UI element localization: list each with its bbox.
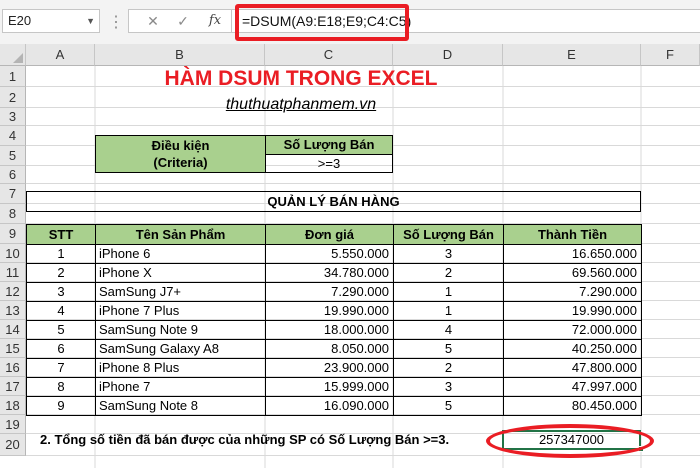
- table-cell[interactable]: 5: [393, 339, 504, 359]
- sheet-subtitle: thuthuatphanmem.vn: [225, 96, 377, 113]
- table-cell[interactable]: 3: [393, 244, 504, 264]
- row-header-16[interactable]: 16: [0, 358, 26, 377]
- table-cell[interactable]: 19.990.000: [503, 301, 642, 321]
- table-cell[interactable]: 4: [393, 320, 504, 340]
- row-header-10[interactable]: 10: [0, 244, 26, 263]
- column-header-a[interactable]: A: [26, 44, 95, 66]
- sheet-title: HÀM DSUM TRONG EXCEL: [164, 67, 438, 90]
- table-cell[interactable]: 3: [393, 377, 504, 397]
- table-cell[interactable]: 47.997.000: [503, 377, 642, 397]
- table-cell[interactable]: iPhone 6: [95, 244, 266, 264]
- criteria-label-line1: Điều kiện: [151, 138, 210, 153]
- row-header-7[interactable]: 7: [0, 184, 26, 204]
- table-cell[interactable]: 7.290.000: [503, 282, 642, 302]
- column-header-e[interactable]: E: [503, 44, 641, 66]
- table-cell[interactable]: 34.780.000: [265, 263, 394, 283]
- table-cell[interactable]: 19.990.000: [265, 301, 394, 321]
- row-header-19[interactable]: 19: [0, 415, 26, 434]
- row-header-6[interactable]: 6: [0, 166, 26, 184]
- table-cell[interactable]: 1: [393, 301, 504, 321]
- table-cell[interactable]: iPhone 8 Plus: [95, 358, 266, 378]
- table-cell[interactable]: 8: [26, 377, 96, 397]
- table-cell[interactable]: 80.450.000: [503, 396, 642, 416]
- table-cell[interactable]: 8.050.000: [265, 339, 394, 359]
- table-header-cell[interactable]: Đơn giá: [265, 224, 394, 245]
- table-cell[interactable]: 7: [26, 358, 96, 378]
- table-cell[interactable]: 5: [26, 320, 96, 340]
- column-header-b[interactable]: B: [95, 44, 265, 66]
- row-header-5[interactable]: 5: [0, 146, 26, 166]
- table-cell[interactable]: iPhone 7: [95, 377, 266, 397]
- table-cell[interactable]: 5: [393, 396, 504, 416]
- select-all-button[interactable]: [0, 44, 26, 66]
- row-header-4[interactable]: 4: [0, 126, 26, 146]
- table-cell[interactable]: 4: [26, 301, 96, 321]
- table-cell[interactable]: 2: [393, 358, 504, 378]
- row-header-8[interactable]: 8: [0, 204, 26, 224]
- table-cell[interactable]: 18.000.000: [265, 320, 394, 340]
- table-cell[interactable]: SamSung J7+: [95, 282, 266, 302]
- table-cell[interactable]: 47.800.000: [503, 358, 642, 378]
- table-cell[interactable]: SamSung Note 8: [95, 396, 266, 416]
- row-header-12[interactable]: 12: [0, 282, 26, 301]
- row-header-17[interactable]: 17: [0, 377, 26, 396]
- formula-bar: E20 ▼ ⋮ ✕ ✓ fx =DSUM(A9:E18;E9;C4:C5): [0, 0, 700, 44]
- row-header-11[interactable]: 11: [0, 263, 26, 282]
- row-header-9[interactable]: 9: [0, 224, 26, 244]
- criteria-value[interactable]: >=3: [265, 154, 393, 173]
- table-header-cell[interactable]: STT: [26, 224, 96, 245]
- table-cell[interactable]: 7.290.000: [265, 282, 394, 302]
- table-cell[interactable]: 23.900.000: [265, 358, 394, 378]
- row-header-14[interactable]: 14: [0, 320, 26, 339]
- table-header-cell[interactable]: Số Lượng Bán: [393, 224, 504, 245]
- table-title[interactable]: QUẢN LÝ BÁN HÀNG: [26, 191, 641, 212]
- table-cell[interactable]: SamSung Note 9: [95, 320, 266, 340]
- table-cell[interactable]: 9: [26, 396, 96, 416]
- table-cell[interactable]: 16.650.000: [503, 244, 642, 264]
- row-header-2[interactable]: 2: [0, 87, 26, 108]
- insert-function-icon[interactable]: fx: [201, 10, 229, 32]
- table-cell[interactable]: 69.560.000: [503, 263, 642, 283]
- table-cell[interactable]: iPhone 7 Plus: [95, 301, 266, 321]
- table-cell[interactable]: 1: [26, 244, 96, 264]
- name-box-value: E20: [8, 13, 32, 28]
- result-highlight-oval: [486, 424, 654, 458]
- column-header-f[interactable]: F: [641, 44, 700, 66]
- criteria-label-line2: (Criteria): [153, 155, 208, 170]
- table-cell[interactable]: 15.999.000: [265, 377, 394, 397]
- table-cell[interactable]: 3: [26, 282, 96, 302]
- table-cell[interactable]: 2: [393, 263, 504, 283]
- formula-buttons: ✕ ✓ fx: [128, 9, 232, 33]
- column-header-d[interactable]: D: [393, 44, 503, 66]
- row-header-15[interactable]: 15: [0, 339, 26, 358]
- table-cell[interactable]: 5.550.000: [265, 244, 394, 264]
- row-header-18[interactable]: 18: [0, 396, 26, 415]
- table-cell[interactable]: 1: [393, 282, 504, 302]
- table-header-cell[interactable]: Tên Sản Phẩm: [95, 224, 266, 245]
- table-cell[interactable]: 40.250.000: [503, 339, 642, 359]
- criteria-label[interactable]: Điều kiện (Criteria): [95, 135, 266, 173]
- column-header-c[interactable]: C: [265, 44, 393, 66]
- table-cell[interactable]: iPhone X: [95, 263, 266, 283]
- enter-icon[interactable]: ✓: [169, 10, 197, 32]
- drag-handle-icon[interactable]: ⋮: [108, 12, 124, 32]
- chevron-down-icon[interactable]: ▼: [86, 10, 95, 32]
- formula-highlight-box: [235, 4, 409, 41]
- row-header-1[interactable]: 1: [0, 66, 26, 87]
- table-cell[interactable]: SamSung Galaxy A8: [95, 339, 266, 359]
- row-header-20[interactable]: 20: [0, 434, 26, 456]
- row-header-13[interactable]: 13: [0, 301, 26, 320]
- row-header-3[interactable]: 3: [0, 108, 26, 126]
- table-cell[interactable]: 6: [26, 339, 96, 359]
- criteria-field[interactable]: Số Lượng Bán: [265, 135, 393, 155]
- table-cell[interactable]: 2: [26, 263, 96, 283]
- summary-label[interactable]: 2. Tổng số tiền đã bán được của những SP…: [40, 431, 500, 449]
- cancel-icon[interactable]: ✕: [139, 10, 167, 32]
- name-box[interactable]: E20 ▼: [2, 9, 100, 33]
- table-cell[interactable]: 16.090.000: [265, 396, 394, 416]
- table-header-cell[interactable]: Thành Tiền: [503, 224, 642, 245]
- table-cell[interactable]: 72.000.000: [503, 320, 642, 340]
